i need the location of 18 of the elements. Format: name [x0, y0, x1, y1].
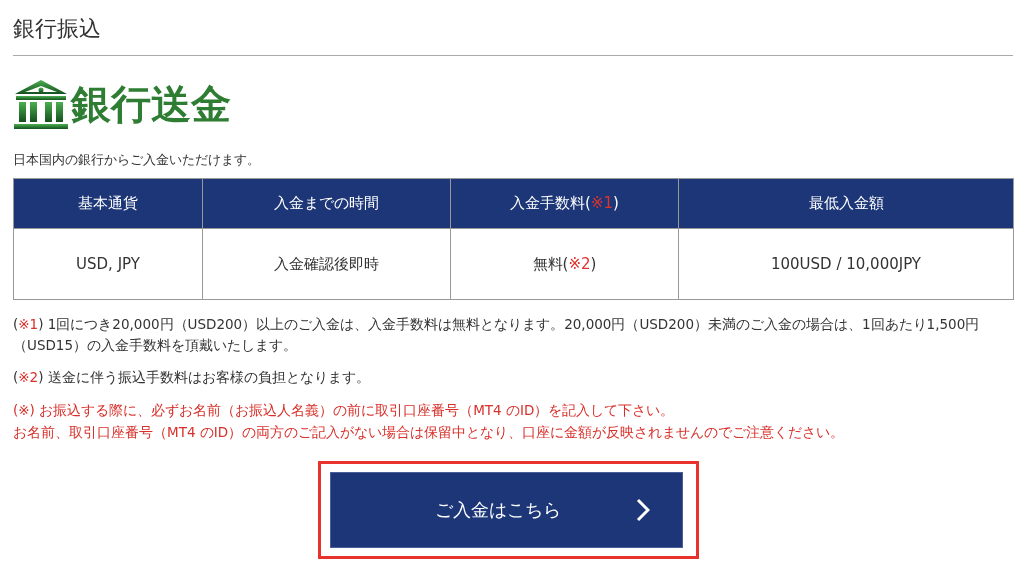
column-header: 入金までの時間: [202, 178, 451, 229]
chevron-right-icon: [635, 498, 650, 522]
bank-icon: [13, 78, 69, 130]
table-cell: 入金確認後即時: [202, 228, 451, 300]
deposit-button[interactable]: ご入金はこちら: [329, 472, 683, 548]
intro-text: 日本国内の銀行からご入金いただけます。: [13, 151, 261, 169]
note-text: (※1) 1回につき20,000円（USD200）以上のご入金は、入金手数料は無料となります。20,000円（USD200）未満のご入金の場合は、1回あたり1,500円（USD15）の入金手数料を頂戴いたします。: [13, 315, 981, 355]
note-text: お名前、取引口座番号（MT4 のID）の両方のご記入がない場合は保留中となり、口座に金額が反映されませんのでご注意ください。: [13, 423, 846, 442]
table-cell: 100USD / 10,000JPY: [678, 228, 1014, 300]
column-header: 入金手数料(※1): [450, 178, 679, 229]
note-text: (※2) 送金に伴う振込手数料はお客様の負担となります。: [13, 368, 371, 387]
logo-text: 銀行送金: [71, 79, 231, 129]
column-header: 基本通貨: [13, 178, 203, 229]
table-cell: 無料(※2): [450, 228, 679, 300]
page-heading: 銀行振込: [13, 15, 102, 43]
column-header: 最低入金額: [678, 178, 1014, 229]
table-cell: USD, JPY: [13, 228, 203, 300]
note-text: (※) お振込する際に、必ずお名前（お振込人名義）の前に取引口座番号（MT4 のID）を記入して下さい。: [13, 401, 676, 420]
